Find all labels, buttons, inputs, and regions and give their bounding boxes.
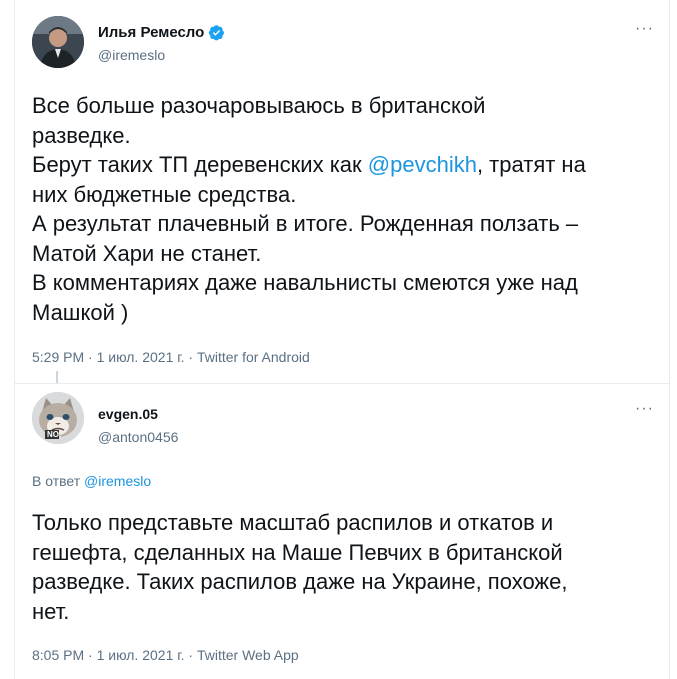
author-handle[interactable]: @anton0456 — [98, 429, 178, 445]
tweet-line: Машкой ) — [32, 299, 129, 325]
tweet-reply[interactable]: NO. evgen.05 @anton0456 ··· В ответ @ire… — [14, 384, 670, 679]
tweet-line: Берут таких ТП деревенских как @pevchikh… — [32, 150, 662, 180]
reply-context: В ответ @iremeslo — [32, 473, 151, 489]
reply-prefix: В ответ — [32, 473, 85, 489]
tweet-timestamp-source[interactable]: 5:29 PM · 1 июл. 2021 г. · Twitter for A… — [32, 349, 310, 365]
reply-mention-link[interactable]: @iremeslo — [84, 473, 151, 489]
tweet-line: гешефта, сделанных на Маше Певчих в брит… — [32, 539, 563, 565]
verified-badge-icon — [209, 25, 225, 41]
tweet-original[interactable]: Илья Ремесло @iremeslo ··· Все больше ра… — [14, 0, 670, 384]
tweet-line: Все больше разочаровываюсь в британской — [32, 93, 486, 118]
tweet-line: разведке. — [32, 122, 131, 148]
tweet-line: В комментариях даже навальнисты смеются … — [32, 270, 578, 295]
tweet-line: Только представьте масштаб распилов и от… — [32, 510, 554, 535]
avatar-badge-text: NO. — [47, 430, 62, 439]
tweet-line: А результат плачевный в итоге. Рожденная… — [32, 211, 579, 236]
tweet-text: Только представьте масштаб распилов и от… — [32, 508, 662, 626]
more-options-icon[interactable]: ··· — [635, 20, 654, 38]
tweet-line-segment: , тратят на — [476, 152, 586, 177]
tweet-line: нет. — [32, 598, 70, 624]
more-options-icon[interactable]: ··· — [635, 400, 654, 418]
tweet-text: Все больше разочаровываюсь в британской … — [32, 91, 662, 327]
tweet-line: них бюджетные средства. — [32, 181, 297, 207]
tweet-line: разведке. Таких распилов даже на Украине… — [32, 569, 568, 594]
author-name[interactable]: evgen.05 — [98, 406, 158, 422]
author-handle[interactable]: @iremeslo — [98, 47, 165, 63]
avatar[interactable]: NO. — [32, 392, 84, 444]
tweet-line: Матой Хари не станет. — [32, 240, 262, 266]
avatar[interactable] — [32, 16, 84, 68]
thread-connector — [56, 371, 58, 383]
author-name-text[interactable]: Илья Ремесло — [98, 24, 204, 41]
avatar-photo-icon — [32, 16, 84, 68]
tweet-timestamp-source[interactable]: 8:05 PM · 1 июл. 2021 г. · Twitter Web A… — [32, 647, 299, 663]
tweet-line-segment: Берут таких ТП деревенских как — [32, 152, 368, 177]
mention-link[interactable]: @pevchikh — [368, 152, 477, 177]
author-name-text[interactable]: evgen.05 — [98, 406, 158, 422]
author-name[interactable]: Илья Ремесло — [98, 24, 225, 41]
